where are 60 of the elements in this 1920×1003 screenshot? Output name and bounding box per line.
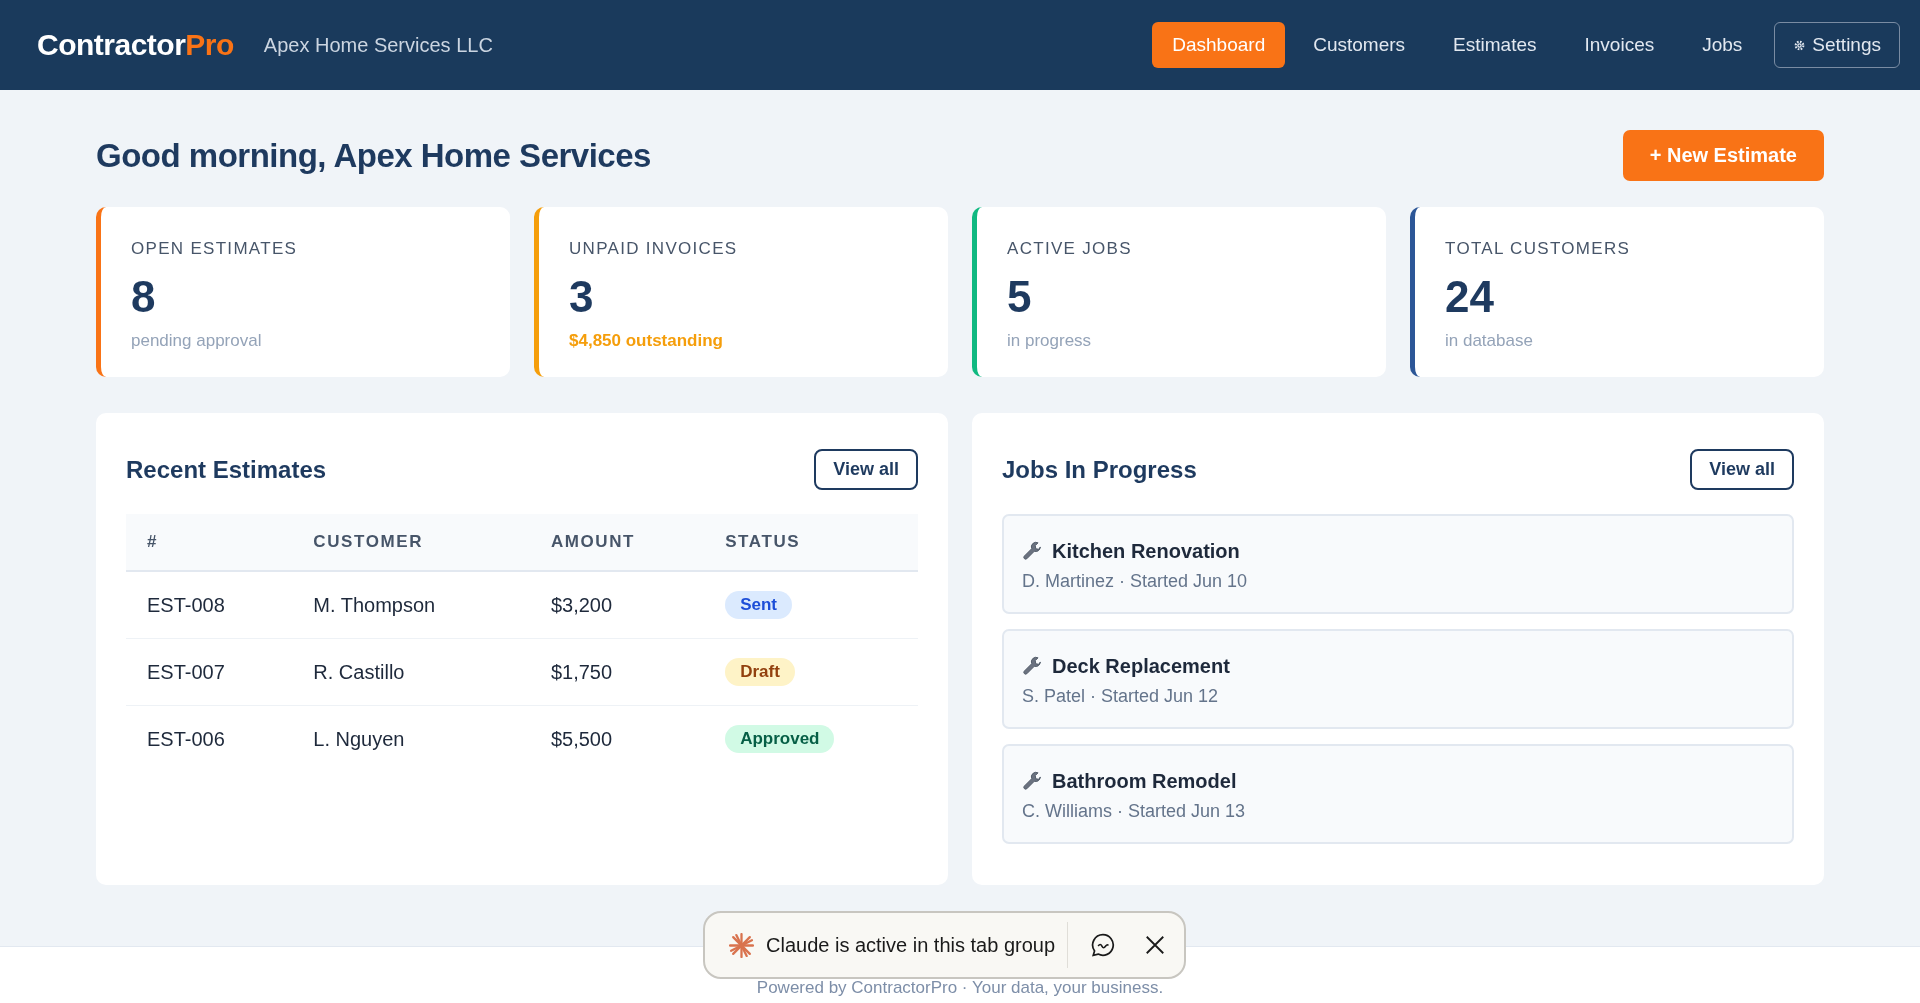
panel-title: Jobs In Progress bbox=[1002, 455, 1197, 484]
stat-label: UNPAID INVOICES bbox=[569, 239, 739, 259]
job-card[interactable]: Kitchen Renovation D. Martinez · Started Jun 10 bbox=[1002, 514, 1794, 614]
stat-label: TOTAL CUSTOMERS bbox=[1445, 239, 1632, 259]
stat-value: 24 bbox=[1445, 273, 1495, 322]
toast-message: Claude is active in this tab group bbox=[766, 933, 1057, 957]
stat-note: in database bbox=[1445, 331, 1534, 352]
table-cell: L. Nguyen bbox=[292, 705, 530, 772]
view-all-button[interactable]: View all bbox=[1690, 449, 1794, 490]
wrench-icon bbox=[1022, 655, 1044, 678]
column-header: AMOUNT bbox=[529, 514, 705, 571]
job-detail: D. Martinez · Started Jun 10 bbox=[1022, 571, 1249, 592]
column-header: # bbox=[126, 514, 293, 571]
job-detail: C. Williams · Started Jun 13 bbox=[1022, 801, 1247, 822]
chat-icon bbox=[1090, 932, 1117, 958]
table-cell: EST-008 bbox=[126, 571, 293, 639]
table-cell: $5,500 bbox=[529, 705, 705, 772]
table-cell: M. Thompson bbox=[292, 571, 530, 639]
stat-note: in progress bbox=[1007, 331, 1093, 352]
job-title: Bathroom Remodel bbox=[1052, 770, 1237, 793]
job-title: Deck Replacement bbox=[1052, 655, 1230, 678]
footer-text: Powered by ContractorPro · Your data, your business. bbox=[756, 978, 1164, 997]
close-button[interactable] bbox=[1144, 934, 1167, 956]
table-cell: $3,200 bbox=[529, 571, 705, 639]
table-cell: R. Castillo bbox=[292, 638, 530, 706]
stat-note: pending approval bbox=[131, 331, 263, 352]
status-badge: Approved bbox=[725, 725, 835, 753]
column-header: STATUS bbox=[704, 514, 918, 571]
job-title: Kitchen Renovation bbox=[1052, 540, 1240, 563]
logo[interactable]: ContractorPro bbox=[37, 28, 234, 62]
company-name: Apex Home Services LLC bbox=[263, 33, 493, 57]
column-header: CUSTOMER bbox=[292, 514, 530, 571]
stat-label: OPEN ESTIMATES bbox=[131, 239, 299, 259]
nav-tab[interactable]: Jobs bbox=[1682, 22, 1763, 68]
status-badge: Draft bbox=[725, 658, 795, 686]
close-icon bbox=[1144, 934, 1167, 956]
chat-button[interactable] bbox=[1090, 932, 1117, 958]
panel-title: Recent Estimates bbox=[126, 455, 327, 484]
wrench-icon bbox=[1022, 770, 1044, 793]
stat-note: $4,850 outstanding bbox=[569, 331, 724, 352]
wrench-icon bbox=[1022, 540, 1044, 563]
table-cell: EST-006 bbox=[126, 705, 293, 772]
stat-value: 3 bbox=[569, 273, 595, 322]
settings-icon bbox=[1793, 38, 1807, 52]
stat-value: 5 bbox=[1007, 273, 1033, 322]
sparkle-icon bbox=[729, 932, 754, 958]
stat-label: ACTIVE JOBS bbox=[1007, 239, 1133, 259]
nav-tab[interactable]: Estimates bbox=[1433, 22, 1557, 68]
greeting-title: Good morning, Apex Home Services bbox=[96, 136, 651, 175]
nav-tab[interactable]: Invoices bbox=[1564, 22, 1675, 68]
job-card[interactable]: Bathroom Remodel C. Williams · Started Jun 13 bbox=[1002, 744, 1794, 844]
settings-button[interactable]: Settings bbox=[1774, 22, 1900, 68]
job-card[interactable]: Deck Replacement S. Patel · Started Jun 12 bbox=[1002, 629, 1794, 729]
stat-value: 8 bbox=[131, 273, 157, 322]
table-cell: EST-007 bbox=[126, 638, 293, 706]
nav-tab[interactable]: Customers bbox=[1293, 22, 1426, 68]
view-all-button[interactable]: View all bbox=[814, 449, 918, 490]
table-cell: $1,750 bbox=[529, 638, 705, 706]
status-badge: Sent bbox=[725, 591, 792, 619]
job-detail: S. Patel · Started Jun 12 bbox=[1022, 686, 1220, 707]
